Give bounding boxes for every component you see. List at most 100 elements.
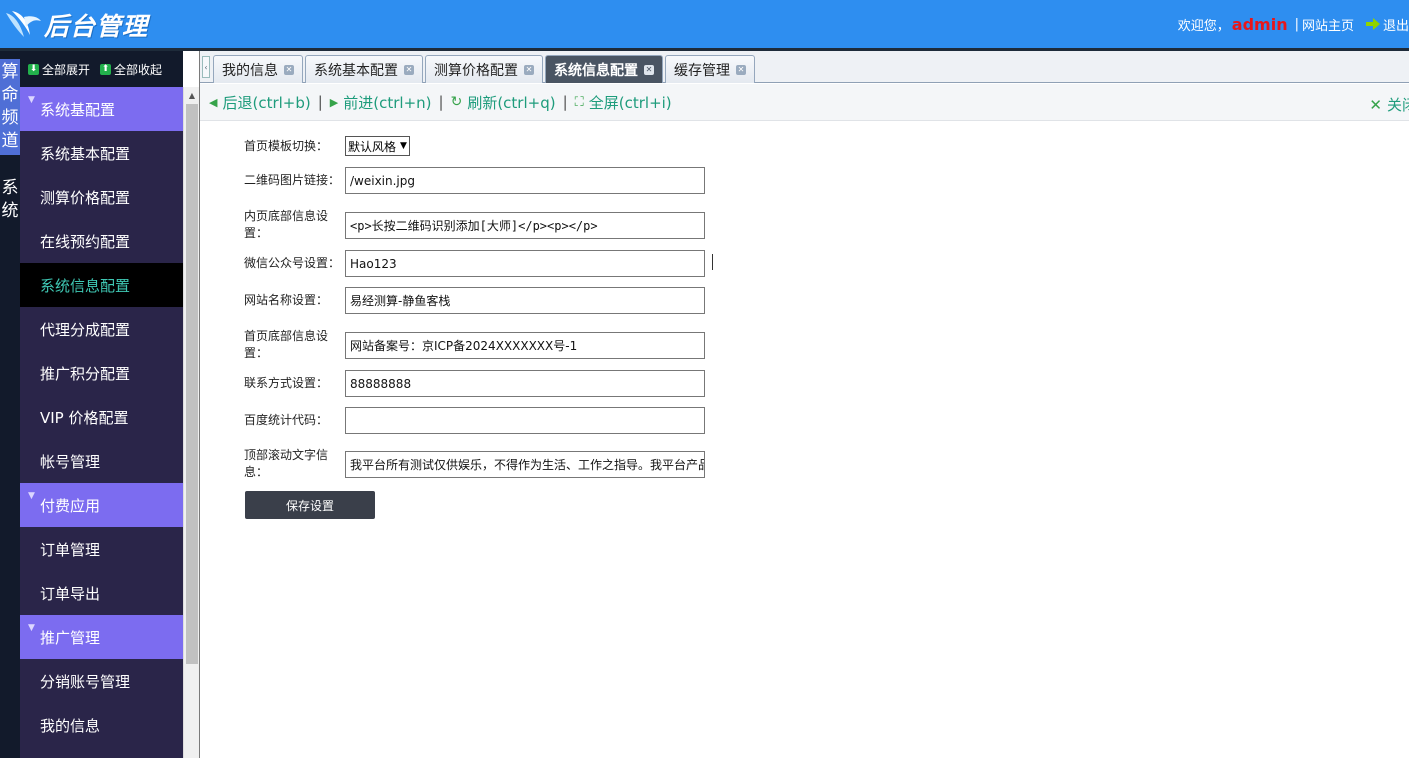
site-name-label: 网站名称设置： [244,293,329,307]
save-button[interactable]: 保存设置 [245,491,375,519]
admin-username[interactable]: admin [1232,15,1288,34]
refresh-button[interactable]: ↻ 刷新(ctrl+q) [451,92,556,113]
close-icon[interactable]: ✕ [644,64,654,75]
form-row-marquee: 顶部滚动文字信息： 我平台所有测试仅供娱乐，不得作为生活、工作之指导。我平台产品 [244,447,705,481]
close-page-button[interactable]: ✕ 关闭 [1369,94,1409,115]
contact-label: 联系方式设置： [244,376,329,390]
arrow-left-icon: ◀ [209,95,218,109]
sidebar-toolbar: ⬇ 全部展开 ⬆ 全部收起 [20,51,183,87]
caret-down-icon: ▼ [28,95,35,105]
sidebar-group-label: 系统基配置 [40,100,116,119]
collapse-all-button[interactable]: ⬆ 全部收起 [100,61,162,78]
tab-label: 系统基本配置 [314,62,398,79]
separator: | [438,93,444,111]
template-label: 首页模板切换： [244,138,329,153]
sidebar-group-label: 付费应用 [40,496,101,515]
sidebar-item-vip-config[interactable]: VIP 价格配置 [20,395,183,439]
close-x-icon: ✕ [1369,95,1382,114]
arrow-right-icon: ▶ [329,95,339,109]
sidebar-scrollbar[interactable]: ▲ [183,87,200,758]
welcome-text: 欢迎您， [1177,18,1230,34]
scroll-thumb[interactable] [186,104,198,664]
logout-button[interactable]: 退出 [1365,15,1409,34]
sidebar-item-agent-config[interactable]: 代理分成配置 [20,307,183,351]
tab-bar: ‹ 我的信息 ✕ 系统基本配置 ✕ 测算价格配置 ✕ 系统信息配置 ✕ 缓存管理… [200,51,1409,83]
close-icon[interactable]: ✕ [736,64,746,75]
close-icon[interactable]: ✕ [524,64,534,75]
sidebar-item-distributor[interactable]: 分销账号管理 [20,659,183,703]
form-row-site-name: 网站名称设置： 易经测算-静鱼客栈 [244,287,705,314]
tab-scroll-left-icon[interactable]: ‹ [202,56,210,78]
sidebar: ⬇ 全部展开 ⬆ 全部收起 ▼ 系统基配置 系统基本配置 测算价格配置 在线预约… [20,51,183,758]
qrcode-label: 二维码图片链接： [244,173,341,187]
tab-label: 测算价格配置 [434,62,518,79]
separator: | [317,93,323,111]
home-footer-label: 首页底部信息设置： [244,329,329,360]
close-icon[interactable]: ✕ [284,64,294,75]
marquee-input[interactable]: 我平台所有测试仅供娱乐，不得作为生活、工作之指导。我平台产品 [345,450,705,478]
sidebar-group-promo[interactable]: ▼ 推广管理 [20,615,183,659]
sidebar-group-system[interactable]: ▼ 系统基配置 [20,87,183,131]
wechat-input[interactable]: Hao123 [345,250,705,277]
arrow-up-icon: ⬆ [100,63,112,75]
sidebar-item-price-config[interactable]: 测算价格配置 [20,175,183,219]
channel-tab-system[interactable]: 系统 [0,177,20,223]
back-button[interactable]: ◀ 后退(ctrl+b) [209,92,311,113]
expand-all-button[interactable]: ⬇ 全部展开 [28,61,90,78]
panel-divider [199,51,200,758]
sidebar-item-orders[interactable]: 订单管理 [20,527,183,571]
sidebar-item-account[interactable]: 帐号管理 [20,439,183,483]
arrow-down-icon: ⬇ [28,63,39,75]
fullscreen-button[interactable]: ⛶ 全屏(ctrl+i) [575,92,672,113]
logout-label: 退出 [1382,18,1409,34]
page-toolbar: ◀ 后退(ctrl+b) | ▶ 前进(ctrl+n) | ↻ 刷新(ctrl+… [200,84,1409,121]
user-bar: 欢迎您， admin | 网站主页 退出 [1178,14,1409,34]
sidebar-item-info-config[interactable]: 系统信息配置 [20,263,183,307]
tab-my-info[interactable]: 我的信息 ✕ [213,55,303,83]
separator: | [562,93,568,111]
tab-label: 缓存管理 [674,62,730,79]
home-footer-input[interactable]: 网站备案号：京ICP备2024XXXXXXX号-1 [345,331,705,359]
sidebar-item-my-info[interactable]: 我的信息 [20,703,183,747]
forward-button[interactable]: ▶ 前进(ctrl+n) [330,92,432,113]
tab-cache[interactable]: 缓存管理 ✕ [665,55,755,83]
form-row-baidu: 百度统计代码： [244,407,705,434]
scroll-up-icon[interactable]: ▲ [184,87,200,103]
sidebar-item-order-export[interactable]: 订单导出 [20,571,183,615]
qrcode-input[interactable]: /weixin.jpg [345,167,705,194]
sidebar-group-paid[interactable]: ▼ 付费应用 [20,483,183,527]
form-row-inner-footer: 内页底部信息设置： <p>长按二维码识别添加[大师]</p><p></p> [244,208,705,242]
chevron-down-icon: ▼ [400,141,407,151]
sidebar-group-label: 推广管理 [40,628,101,647]
baidu-input[interactable] [345,407,705,434]
sidebar-item-booking-config[interactable]: 在线预约配置 [20,219,183,263]
collapse-all-label: 全部收起 [114,62,163,77]
wechat-label: 微信公众号设置： [244,256,341,270]
site-home-link[interactable]: 网站主页 [1302,15,1354,34]
site-name-input[interactable]: 易经测算-静鱼客栈 [345,287,705,314]
close-label: 关闭 [1386,96,1409,114]
baidu-label: 百度统计代码： [244,413,329,427]
channel-strip: 算命频道 系统 [0,51,20,758]
tab-info-config[interactable]: 系统信息配置 ✕ [545,55,663,83]
channel-tab-fortune[interactable]: 算命频道 [0,59,20,155]
tab-label: 我的信息 [222,62,278,79]
separator: | [1294,16,1299,32]
close-icon[interactable]: ✕ [404,64,414,75]
fullscreen-label: 全屏(ctrl+i) [588,93,672,112]
contact-input[interactable]: 88888888 [345,370,705,397]
refresh-icon: ↻ [450,94,463,110]
sidebar-item-points-config[interactable]: 推广积分配置 [20,351,183,395]
expand-all-label: 全部展开 [42,62,91,77]
sidebar-item-basic-config[interactable]: 系统基本配置 [20,131,183,175]
template-select[interactable]: 默认风格 ▼ [345,136,410,156]
text-cursor [712,254,713,270]
tab-price-config[interactable]: 测算价格配置 ✕ [425,55,543,83]
logo-text: 后台管理 [44,12,149,41]
marquee-label: 顶部滚动文字信息： [244,448,329,479]
tab-basic-config[interactable]: 系统基本配置 ✕ [305,55,423,83]
forward-label: 前进(ctrl+n) [343,93,432,112]
inner-footer-input[interactable]: <p>长按二维码识别添加[大师]</p><p></p> [345,211,705,239]
back-label: 后退(ctrl+b) [222,93,311,112]
template-select-value: 默认风格 [348,139,397,154]
